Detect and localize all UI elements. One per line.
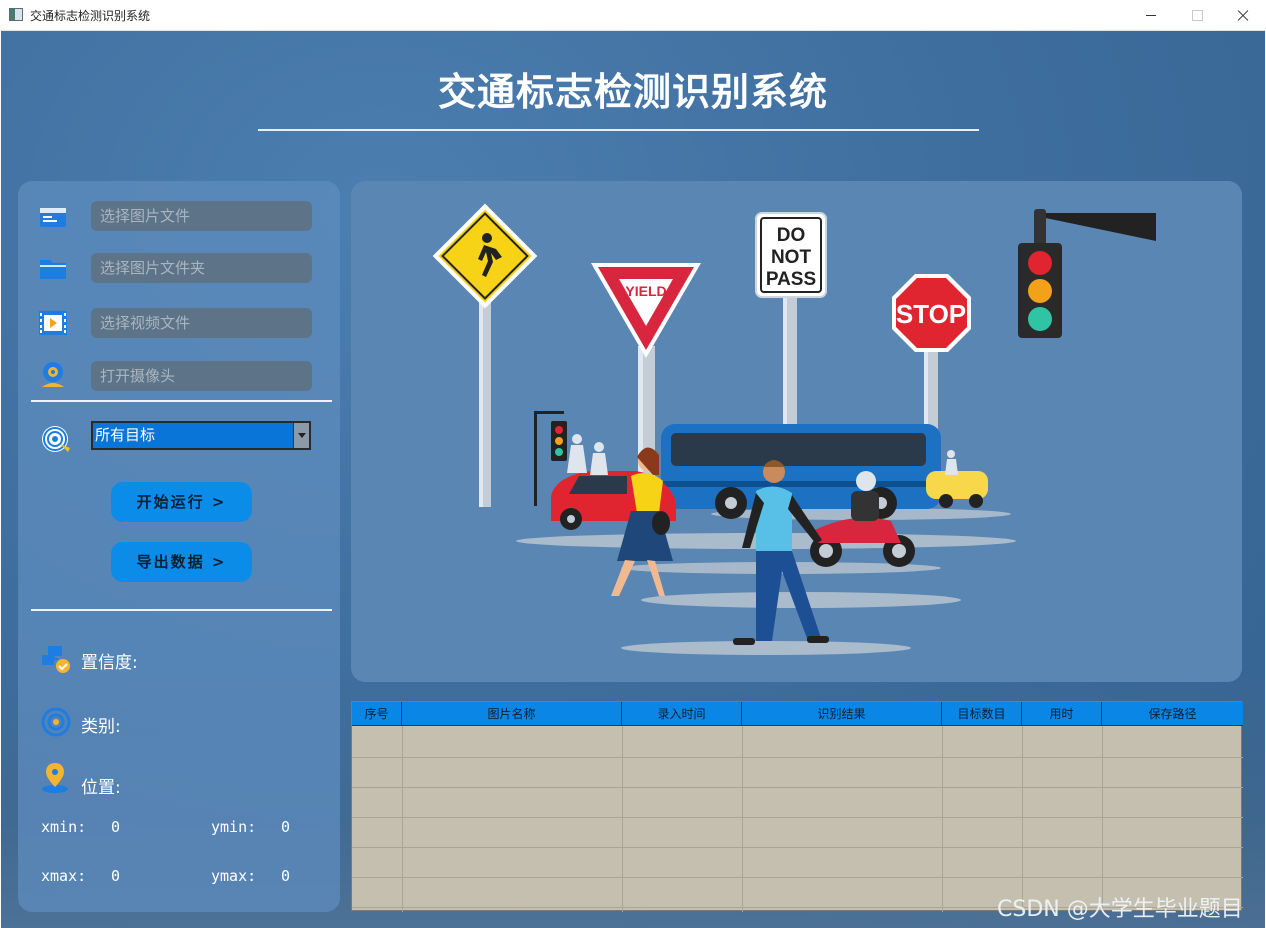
do-not-pass-text-2: NOT [771, 247, 812, 268]
stop-sign-text: STOP [896, 299, 966, 329]
image-file-icon [40, 208, 66, 227]
grid-line [1102, 726, 1103, 912]
traffic-scene-illustration: YIELD DO NOT PASS STOP [432, 203, 1156, 655]
target-select-value: 所有目标 [95, 426, 156, 444]
target-icon [42, 426, 70, 452]
position-label: 位置: [81, 778, 121, 798]
camera-icon [42, 362, 64, 387]
image-folder-input[interactable]: 选择图片文件夹 [91, 253, 312, 283]
ymax-value: 0 [281, 867, 291, 885]
chevron-down-icon[interactable] [293, 423, 309, 448]
export-button[interactable]: 导出数据 > [111, 542, 252, 582]
results-table[interactable]: 序号 图片名称 录入时间 识别结果 目标数目 用时 保存路径 [351, 701, 1243, 912]
video-file-input[interactable]: 选择视频文件 [91, 308, 312, 338]
image-display: YIELD DO NOT PASS STOP [351, 181, 1242, 682]
ymin-label: ymin: [211, 818, 257, 836]
target-select[interactable]: 所有目标 [91, 421, 311, 450]
column-header-target-count[interactable]: 目标数目 [942, 702, 1022, 726]
grid-line [1022, 726, 1023, 912]
column-header-result[interactable]: 识别结果 [742, 702, 942, 726]
column-header-save-path[interactable]: 保存路径 [1102, 702, 1243, 726]
grid-line [402, 726, 403, 912]
grid-line [352, 847, 1243, 848]
column-header-duration[interactable]: 用时 [1022, 702, 1102, 726]
confidence-icon [42, 646, 70, 673]
xmax-value: 0 [111, 867, 121, 885]
grid-line [622, 726, 623, 912]
window-title: 交通标志检测识别系统 [30, 9, 151, 23]
xmin-label: xmin: [41, 818, 87, 836]
grid-line [942, 726, 943, 912]
page-title: 交通标志检测识别系统 [437, 70, 828, 114]
video-file-icon [39, 311, 67, 335]
close-button[interactable] [1220, 0, 1266, 31]
grid-line [352, 817, 1243, 818]
do-not-pass-text-3: PASS [766, 269, 816, 290]
column-header-image-name[interactable]: 图片名称 [402, 702, 622, 726]
control-panel: 选择图片文件 选择图片文件夹 选择视频文件 打开摄像头 所有目标 开始运行 > … [18, 181, 340, 912]
xmax-label: xmax: [41, 867, 87, 885]
pedestrian-sign [432, 203, 538, 309]
xmin-value: 0 [111, 818, 121, 836]
watermark: CSDN @大学生毕业题目 [997, 897, 1243, 922]
confidence-label: 置信度: [81, 653, 138, 673]
title-underline [258, 129, 979, 131]
folder-icon [40, 260, 66, 279]
ymin-value: 0 [281, 818, 291, 836]
start-button[interactable]: 开始运行 > [111, 482, 252, 522]
image-file-input[interactable]: 选择图片文件 [91, 201, 312, 231]
column-header-index[interactable]: 序号 [352, 702, 402, 726]
grid-line [742, 726, 743, 912]
grid-line [352, 787, 1243, 788]
category-label: 类别: [81, 717, 121, 737]
table-header: 序号 图片名称 录入时间 识别结果 目标数目 用时 保存路径 [352, 702, 1243, 726]
do-not-pass-text-1: DO [777, 225, 806, 246]
grid-line [352, 757, 1243, 758]
window-titlebar: 交通标志检测识别系统 [0, 0, 1266, 31]
grid-line [352, 877, 1243, 878]
app-icon [9, 8, 23, 21]
location-pin-icon [42, 763, 68, 793]
ymax-label: ymax: [211, 867, 257, 885]
minimize-button[interactable] [1128, 0, 1174, 31]
category-icon [41, 707, 71, 737]
column-header-entry-time[interactable]: 录入时间 [622, 702, 742, 726]
maximize-button[interactable] [1174, 0, 1220, 31]
divider [31, 400, 332, 402]
camera-input[interactable]: 打开摄像头 [91, 361, 312, 391]
divider [31, 609, 332, 611]
main-area: 交通标志检测识别系统 选择图片文件 选择图片文件夹 选择视频文件 打开摄像头 所… [1, 31, 1265, 928]
yield-sign-text: YIELD [625, 283, 666, 299]
